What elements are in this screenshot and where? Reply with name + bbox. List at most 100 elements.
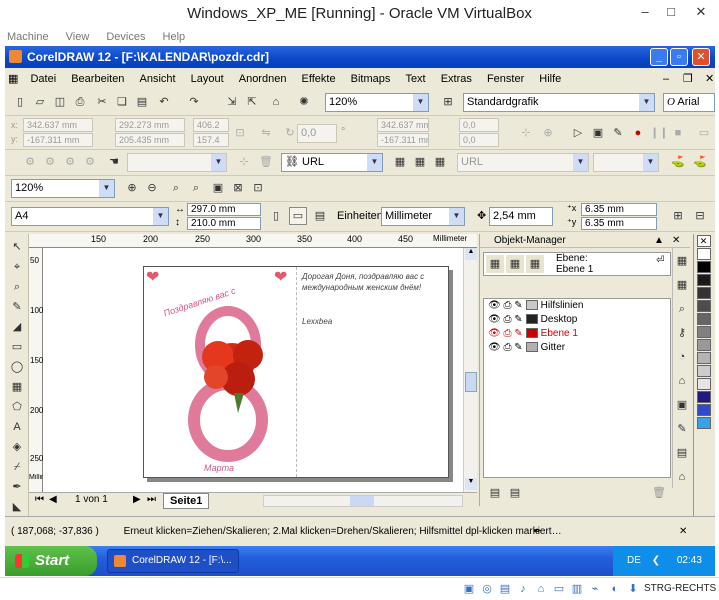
palette-color-swatch[interactable] — [696, 417, 711, 429]
play-icon[interactable]: ▷ — [569, 124, 587, 142]
duplicate-y-field[interactable]: 6.35 mm — [581, 217, 657, 230]
next-page-icon[interactable]: ▶ — [133, 494, 141, 505]
docker-tab-icon[interactable]: ▤ — [673, 444, 691, 462]
pencil-icon[interactable]: ✎ — [514, 328, 522, 339]
vertical-scrollbar[interactable]: ▲ ▼ — [463, 248, 477, 492]
import-icon[interactable]: ⇲ — [223, 93, 241, 111]
nudge-field[interactable]: 2,54 mm — [489, 207, 553, 226]
hdd-icon[interactable]: ▣ — [462, 582, 476, 596]
text-tool-icon[interactable]: A — [8, 418, 26, 436]
menu-hilfe[interactable]: Hilfe — [533, 70, 567, 88]
zoom-height-icon[interactable]: ⊡ — [249, 179, 267, 197]
width-field[interactable]: 292.273 mm — [115, 118, 185, 132]
paper-width-field[interactable]: 297.0 mm — [187, 203, 261, 216]
zoom-select[interactable]: 120% ▼ — [11, 179, 115, 198]
docker-tab-icon[interactable]: ▦ — [673, 252, 691, 270]
layer-row-hilfslinien[interactable]: 👁 ⎙ ✎ Hilfslinien — [488, 299, 583, 313]
grid-icon[interactable]: ⊞ — [669, 207, 687, 225]
portrait-icon[interactable]: ▯ — [267, 207, 285, 225]
link-icon[interactable]: ▦ — [391, 153, 409, 171]
save-icon[interactable]: ◫ — [51, 93, 69, 111]
pct2-field[interactable]: 0,0 — [459, 133, 499, 147]
last-page-icon[interactable]: ⏭ — [147, 494, 156, 505]
host-minimize-button[interactable]: – — [632, 2, 658, 22]
pencil-icon[interactable]: ✎ — [514, 342, 522, 353]
zoom-all-icon[interactable]: ⌕ — [187, 179, 205, 197]
layer-manager-view-icon[interactable]: ▦ — [526, 255, 544, 273]
print-icon[interactable]: ⎙ — [503, 314, 511, 325]
paste-icon[interactable]: ▤ — [133, 93, 151, 111]
docker-tab-icon[interactable]: ⌕ — [673, 300, 691, 318]
duplicate-x-field[interactable]: 6.35 mm — [581, 203, 657, 216]
arrow-icon[interactable]: ⏎ — [656, 255, 664, 266]
menu-layout[interactable]: Layout — [185, 70, 230, 88]
x-position-field[interactable]: 342.637 mm — [23, 118, 93, 132]
pen-icon[interactable]: ✎ — [609, 124, 627, 142]
first-page-icon[interactable]: ⏮ — [35, 494, 44, 505]
palette-color-swatch[interactable] — [696, 326, 711, 338]
print-icon[interactable]: ⎙ — [503, 328, 511, 339]
bookmark2-icon[interactable]: ⛳ — [691, 153, 709, 171]
gear4-icon[interactable]: ⚙ — [81, 153, 99, 171]
eyedropper-tool-icon[interactable]: ⌿ — [8, 458, 26, 476]
host-menu-devices[interactable]: Devices — [99, 28, 152, 46]
docker-close-icon[interactable]: ✕ — [672, 234, 680, 248]
shared-folder-icon[interactable]: ▭ — [552, 582, 566, 596]
basic-shapes-tool-icon[interactable]: ⬠ — [8, 398, 26, 416]
docker-tab-icon[interactable]: ⌂ — [673, 372, 691, 390]
drawing-canvas[interactable]: ❤ ❤ Поздравляю вас с Марта Дорогая Доня,… — [43, 248, 467, 492]
scroll-up-icon[interactable]: ▲ — [465, 248, 477, 260]
host-menu-view[interactable]: View — [59, 28, 97, 46]
docker-tab-icon[interactable]: ⌂ — [673, 468, 691, 486]
floppy-icon[interactable]: ▤ — [498, 582, 512, 596]
zoom-selected-icon[interactable]: ⌕ — [167, 179, 185, 197]
network-icon[interactable]: ⌂ — [534, 582, 548, 596]
layer-row-gitter[interactable]: 👁 ⎙ ✎ Gitter — [488, 341, 565, 355]
link3-icon[interactable]: ▦ — [431, 153, 449, 171]
export-icon[interactable]: ⇱ — [243, 93, 261, 111]
menu-text[interactable]: Text — [399, 70, 431, 88]
menu-ansicht[interactable]: Ansicht — [134, 70, 182, 88]
new-master-layer-icon[interactable]: ▤ — [506, 484, 524, 502]
mouse-integration-icon[interactable]: ⬇ — [626, 582, 640, 596]
target-select[interactable]: ▼ — [593, 153, 659, 172]
rectangle-tool-icon[interactable]: ▭ — [8, 338, 26, 356]
palette-color-swatch[interactable] — [696, 352, 711, 364]
new-icon[interactable]: ▯ — [11, 93, 29, 111]
angle-field[interactable]: 0,0 — [297, 124, 337, 143]
zoom-out-icon[interactable]: ⊖ — [143, 179, 161, 197]
extra-icon[interactable]: ▭ — [695, 124, 713, 142]
zoom-in-icon[interactable]: ⊕ — [123, 179, 141, 197]
app-launcher-icon[interactable]: ⌂ — [267, 93, 285, 111]
print-icon[interactable]: ⎙ — [71, 93, 89, 111]
palette-color-swatch[interactable] — [696, 365, 711, 377]
host-menu-help[interactable]: Help — [156, 28, 193, 46]
zoom-width-icon[interactable]: ⊠ — [229, 179, 247, 197]
zoom-tool-icon[interactable]: ⌕ — [8, 278, 26, 296]
font-select[interactable]: O Arial — [663, 93, 715, 112]
eye-icon[interactable]: 👁 — [488, 300, 501, 311]
mirror-icon[interactable]: ⇋ — [257, 124, 275, 142]
menu-anordnen[interactable]: Anordnen — [233, 70, 293, 88]
url-input[interactable]: URL ▼ — [457, 153, 589, 172]
taskbar-item-coreldraw[interactable]: CorelDRAW 12 - [F:\... — [107, 549, 239, 573]
freehand-tool-icon[interactable]: ✎ — [8, 298, 26, 316]
menu-datei[interactable]: Datei — [24, 70, 62, 88]
corel-online-icon[interactable]: ✺ — [295, 93, 313, 111]
page[interactable]: ❤ ❤ Поздравляю вас с Марта Дорогая Доня,… — [143, 266, 449, 478]
gear-icon[interactable]: ⚙ — [21, 153, 39, 171]
docker-tab-icon[interactable]: ▦ — [673, 276, 691, 294]
ellipse-tool-icon[interactable]: ◯ — [8, 358, 26, 376]
eye-icon[interactable]: 👁 — [488, 328, 501, 339]
page-tab-seite1[interactable]: Seite1 — [163, 493, 210, 509]
units-select[interactable]: Millimeter ▼ — [381, 207, 465, 226]
menu-effekte[interactable]: Effekte — [296, 70, 342, 88]
start-button[interactable]: Start — [5, 546, 97, 576]
layer-row-ebene-1[interactable]: 👁 ⎙ ✎ Ebene 1 — [488, 327, 578, 341]
image-icon[interactable]: ▣ — [589, 124, 607, 142]
delete-layer-icon[interactable]: 🗑 — [650, 484, 668, 502]
page-layout-icon[interactable]: ▤ — [311, 207, 329, 225]
smart-fill-tool-icon[interactable]: ◢ — [8, 318, 26, 336]
display-icon[interactable]: ▥ — [570, 582, 584, 596]
palette-color-swatch[interactable] — [696, 391, 711, 403]
